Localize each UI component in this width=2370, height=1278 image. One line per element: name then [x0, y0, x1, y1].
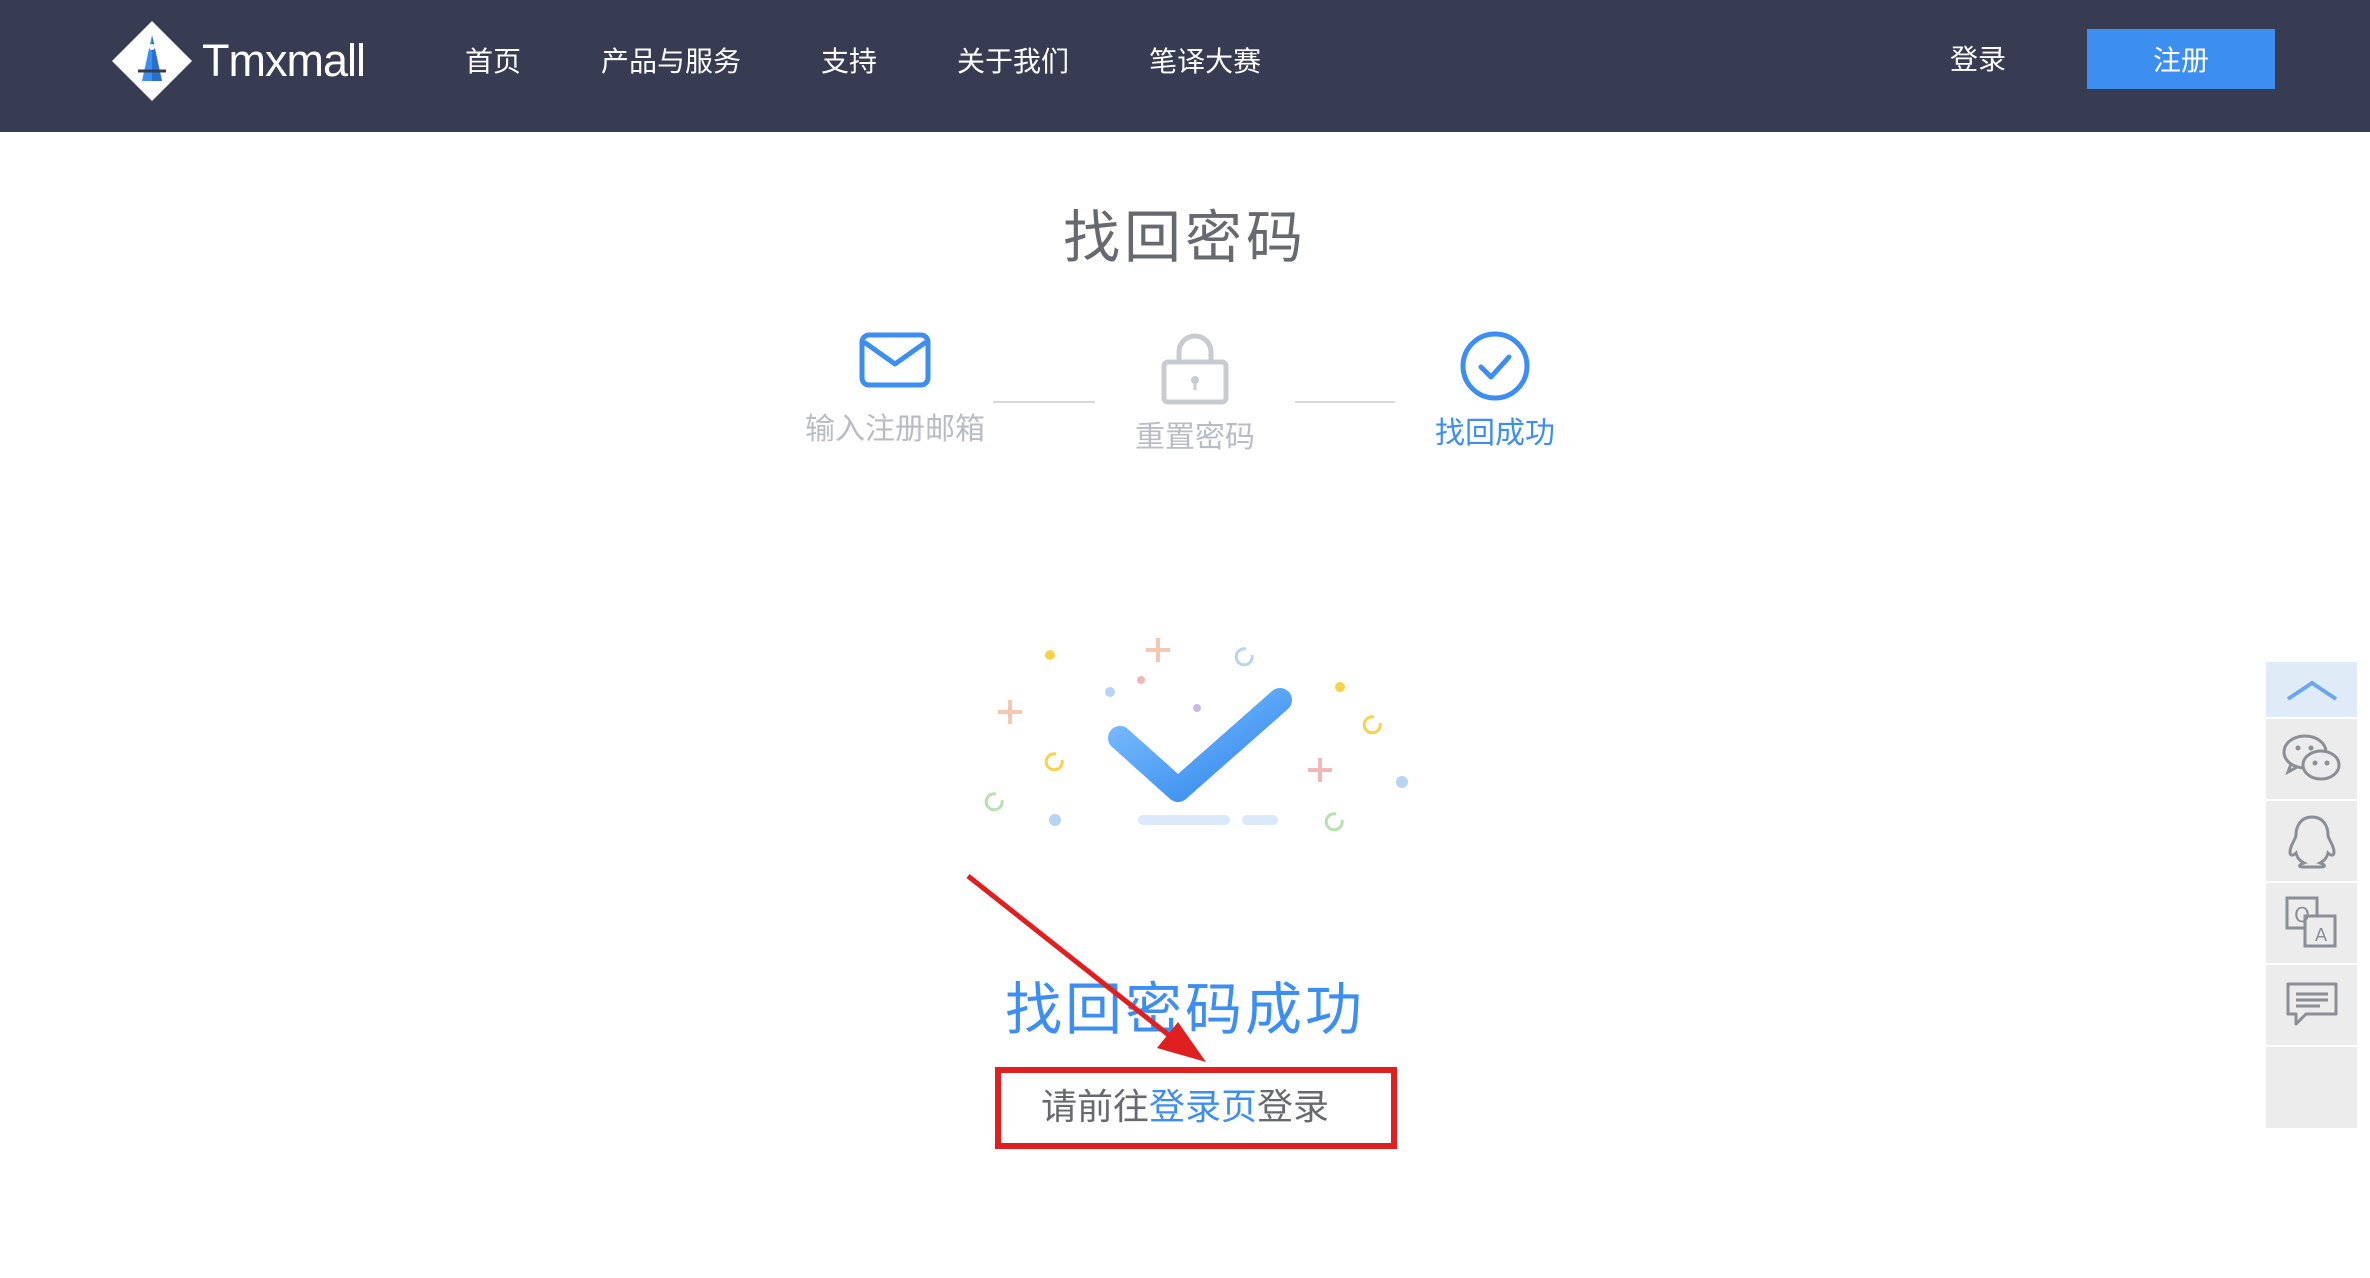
logo-text: Tmxmall	[202, 35, 366, 86]
qq-icon	[2287, 815, 2336, 869]
chevron-up-icon	[2286, 680, 2337, 701]
feedback-button[interactable]	[2266, 965, 2357, 1045]
side-toolbar: Q A	[2266, 662, 2357, 1128]
lock-icon	[1161, 333, 1229, 405]
step-reset-password: 重置密码	[1090, 330, 1300, 456]
feedback-icon	[2286, 982, 2337, 1026]
svg-text:Q: Q	[2294, 903, 2310, 927]
login-link[interactable]: 登录	[1950, 38, 2006, 78]
step-label: 输入注册邮箱	[805, 412, 985, 447]
svg-text:A: A	[2314, 925, 2327, 946]
back-to-top-button[interactable]	[2266, 662, 2357, 717]
check-circle-icon	[1460, 331, 1530, 401]
nav-about[interactable]: 关于我们	[957, 40, 1069, 80]
register-button[interactable]: 注册	[2087, 29, 2275, 89]
qq-button[interactable]	[2266, 801, 2357, 881]
translate-icon: Q A	[2285, 896, 2336, 948]
step-label: 找回成功	[1435, 416, 1555, 451]
nav-contest[interactable]: 笔译大赛	[1149, 40, 1261, 80]
top-navbar: Tmxmall 首页 产品与服务 支持 关于我们 笔译大赛 登录 注册	[0, 0, 2370, 132]
envelope-icon	[859, 332, 931, 388]
logo[interactable]: Tmxmall	[108, 16, 366, 106]
nav-products[interactable]: 产品与服务	[601, 40, 741, 80]
wechat-icon	[2282, 734, 2340, 781]
annotation-highlight-box	[995, 1067, 1397, 1149]
success-check-illustration	[984, 638, 1408, 832]
logo-icon	[112, 21, 192, 101]
translate-button[interactable]: Q A	[2266, 883, 2357, 963]
nav-support[interactable]: 支持	[821, 40, 877, 80]
step-label: 重置密码	[1135, 420, 1255, 455]
main-nav: 首页 产品与服务 支持 关于我们 笔译大赛	[465, 0, 1341, 120]
page-title: 找回密码	[1063, 205, 1307, 271]
success-title: 找回密码成功	[1005, 977, 1365, 1043]
nav-home[interactable]: 首页	[465, 40, 521, 80]
wechat-button[interactable]	[2266, 719, 2357, 799]
step-success: 找回成功	[1390, 330, 1600, 452]
step-connector	[993, 401, 1095, 403]
step-connector	[1295, 401, 1395, 403]
step-enter-email: 输入注册邮箱	[790, 330, 1000, 448]
